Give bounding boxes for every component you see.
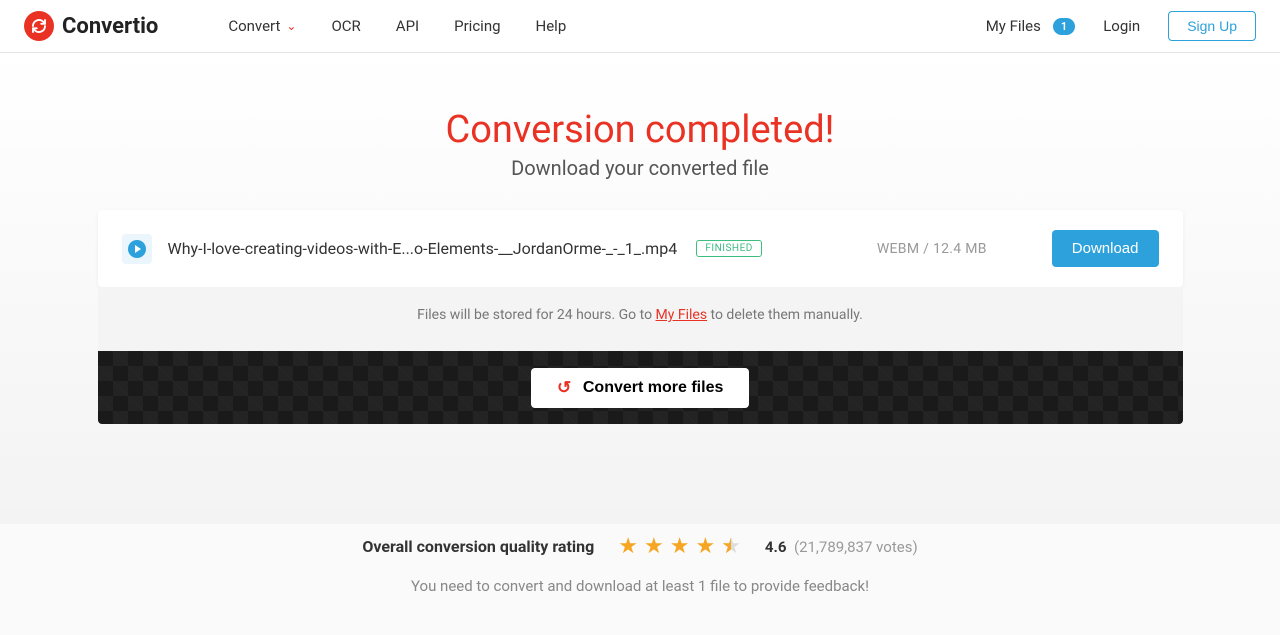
page-subtitle: Download your converted file xyxy=(0,156,1280,180)
rating-count: (21,789,837 votes) xyxy=(794,538,918,556)
note-before: Files will be stored for 24 hours. Go to xyxy=(417,307,655,323)
hero: Conversion completed! Download your conv… xyxy=(0,53,1280,210)
star-icon: ★ xyxy=(644,534,664,559)
logo-icon xyxy=(24,11,54,41)
star-icon: ★ xyxy=(618,534,638,559)
nav-convert[interactable]: Convert ⌄ xyxy=(228,17,296,35)
refresh-icon: ↻ xyxy=(557,378,571,398)
download-button[interactable]: Download xyxy=(1052,230,1159,267)
file-meta: WEBM / 12.4 MB xyxy=(877,241,987,257)
rating-section: Overall conversion quality rating ★ ★ ★ … xyxy=(0,524,1280,635)
play-icon[interactable] xyxy=(122,234,152,264)
right-nav: My Files 1 Login Sign Up xyxy=(986,11,1256,41)
convert-more-button[interactable]: ↻ Convert more files xyxy=(531,368,750,408)
signup-button[interactable]: Sign Up xyxy=(1168,11,1256,41)
stars: ★ ★ ★ ★ ★ xyxy=(618,534,741,559)
convert-more-label: Convert more files xyxy=(583,379,723,397)
rating-value: 4.6 xyxy=(765,538,787,556)
nav-myfiles-label: My Files xyxy=(986,17,1041,35)
nav-login[interactable]: Login xyxy=(1103,17,1140,35)
header: Convertio Convert⌄ OCR API Pricing Help … xyxy=(0,0,1280,53)
note-after: to delete them manually. xyxy=(707,307,863,323)
feedback-note: You need to convert and download at leas… xyxy=(0,577,1280,595)
star-half-icon: ★ xyxy=(721,534,741,559)
rating-label: Overall conversion quality rating xyxy=(362,537,594,556)
nav-convert-label: Convert xyxy=(228,17,280,35)
cta-bar: ↻ Convert more files xyxy=(98,351,1183,424)
nav-pricing[interactable]: Pricing xyxy=(454,17,500,35)
storage-note: Files will be stored for 24 hours. Go to… xyxy=(98,287,1183,351)
star-icon: ★ xyxy=(670,534,690,559)
nav-api[interactable]: API xyxy=(396,17,419,35)
nav-help[interactable]: Help xyxy=(536,17,567,35)
star-icon: ★ xyxy=(695,534,715,559)
myfiles-count-badge: 1 xyxy=(1053,18,1075,35)
status-badge: FINISHED xyxy=(696,240,761,257)
logo[interactable]: Convertio xyxy=(24,11,158,41)
myfiles-link[interactable]: My Files xyxy=(656,307,708,323)
chevron-down-icon: ⌄ xyxy=(286,19,296,33)
page-title: Conversion completed! xyxy=(0,108,1280,152)
main-nav: Convert ⌄ OCR API Pricing Help xyxy=(228,17,566,35)
file-row: Why-I-love-creating-videos-with-E...o-El… xyxy=(98,210,1183,287)
file-card: Why-I-love-creating-videos-with-E...o-El… xyxy=(98,210,1183,287)
file-name: Why-I-love-creating-videos-with-E...o-El… xyxy=(168,239,678,258)
logo-text: Convertio xyxy=(62,14,158,39)
nav-myfiles[interactable]: My Files 1 xyxy=(986,17,1076,35)
nav-ocr[interactable]: OCR xyxy=(331,17,360,35)
